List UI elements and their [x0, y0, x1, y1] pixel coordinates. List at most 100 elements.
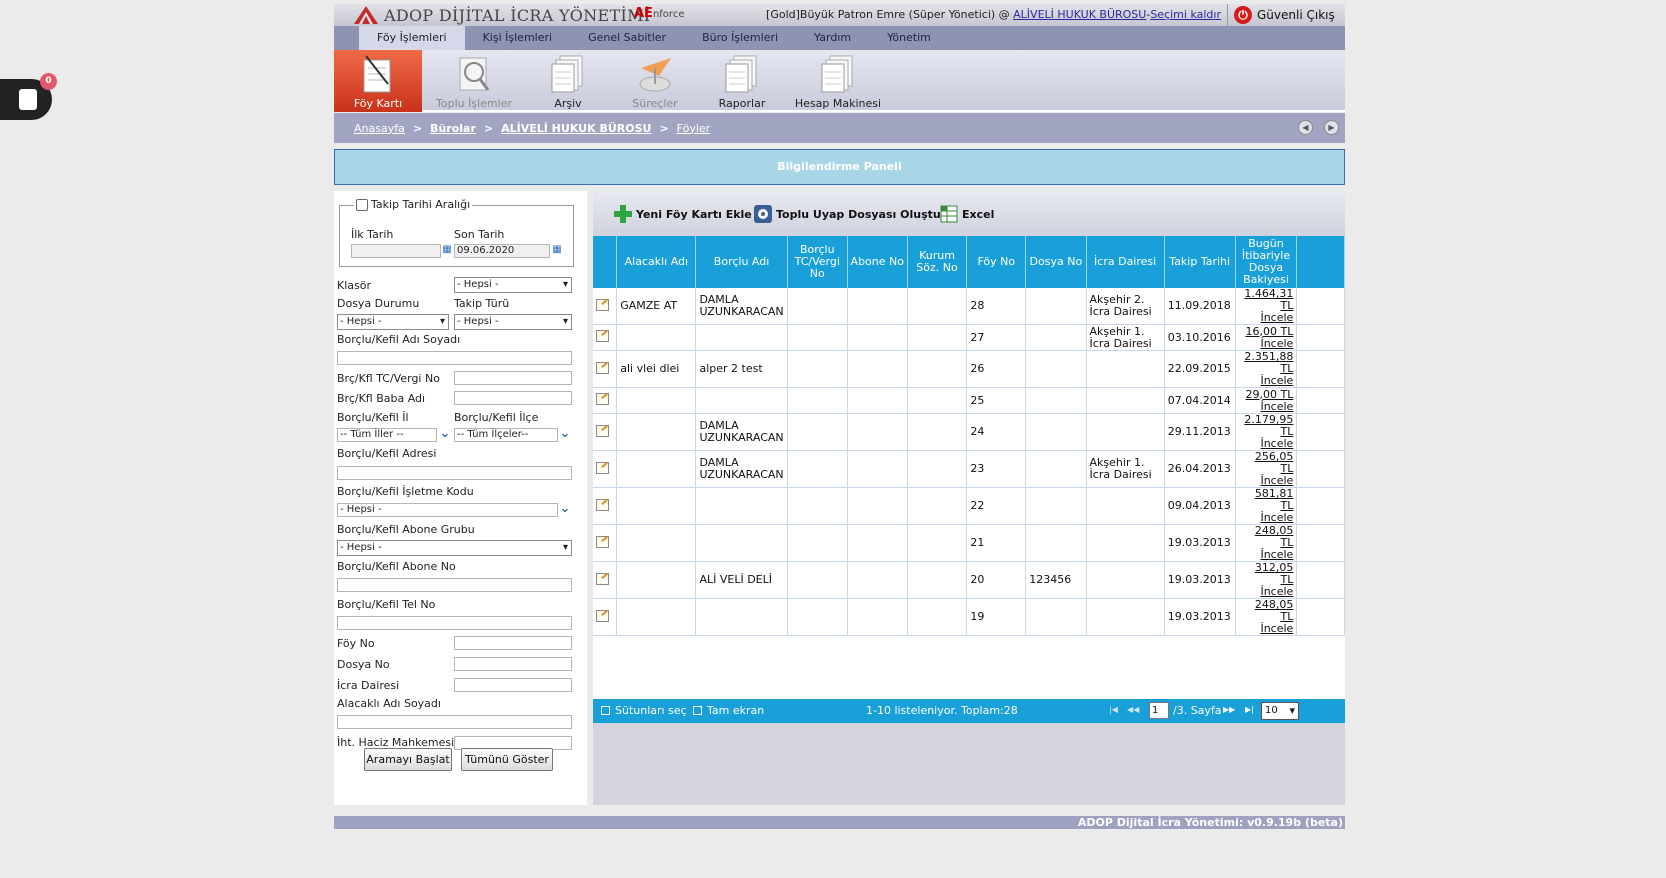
calendar-icon[interactable]: ▦: [440, 244, 454, 258]
inspect-link[interactable]: İncele: [1260, 474, 1293, 487]
table-row[interactable]: 25 07.04.2014 29,00 TL İncele: [593, 387, 1345, 414]
dropdown-arrow-icon[interactable]: ⌄: [438, 427, 452, 442]
back-arrow-icon[interactable]: ◀: [1298, 120, 1313, 135]
cart-float-button[interactable]: 0: [0, 73, 57, 120]
prev-page-icon[interactable]: ◀◀: [1127, 705, 1139, 714]
isletme-kodu-input[interactable]: - Hepsi -: [337, 503, 558, 517]
edit-icon[interactable]: [596, 498, 609, 511]
balance-link[interactable]: 581,81 TL: [1255, 488, 1294, 513]
tab-yonetim[interactable]: Yönetim: [869, 26, 949, 50]
foy-no-input[interactable]: [454, 636, 572, 650]
inspect-link[interactable]: İncele: [1260, 374, 1293, 387]
alacakli-input[interactable]: [337, 715, 572, 729]
edit-icon[interactable]: [596, 572, 609, 585]
col-header[interactable]: Takip Tarihi: [1164, 236, 1236, 288]
search-button[interactable]: Aramayı Başlat: [364, 748, 452, 771]
table-row[interactable]: ali vlei dlei alper 2 test 26 22.09.2015 2.3…: [593, 350, 1345, 388]
forward-arrow-icon[interactable]: ▶: [1324, 120, 1339, 135]
ilce-input[interactable]: -- Tüm İlçeler--: [454, 428, 558, 442]
col-header[interactable]: Borçlu TC/Vergi No: [787, 236, 848, 288]
col-header[interactable]: Borçlu Adı: [695, 236, 788, 288]
tool-surecler[interactable]: Süreçler: [611, 50, 699, 112]
balance-link[interactable]: 312,05 TL: [1255, 562, 1294, 587]
select-columns-button[interactable]: Sütunları seç: [601, 704, 687, 717]
tool-arsiv[interactable]: Arşiv: [524, 50, 612, 112]
uyap-button[interactable]: Toplu Uyap Dosyası Oluştur: [753, 203, 946, 225]
end-date-input[interactable]: 09.06.2020: [454, 244, 550, 258]
col-header[interactable]: Abone No: [847, 236, 908, 288]
edit-icon[interactable]: [596, 535, 609, 548]
edit-icon[interactable]: [596, 330, 609, 342]
dropdown-arrow-icon[interactable]: ⌄: [558, 502, 572, 517]
tab-buro-islemleri[interactable]: Büro İşlemleri: [684, 26, 796, 50]
col-header[interactable]: Föy No: [966, 236, 1027, 288]
table-row[interactable]: 19 19.03.2013 248,05 TL İncele: [593, 598, 1345, 636]
balance-link[interactable]: 248,05 TL: [1255, 525, 1294, 550]
abone-grubu-select[interactable]: - Hepsi -: [337, 540, 572, 556]
edit-icon[interactable]: [596, 298, 609, 311]
baba-adi-input[interactable]: [454, 391, 572, 405]
start-date-input[interactable]: [351, 244, 441, 258]
inspect-link[interactable]: İncele: [1260, 511, 1293, 524]
col-header[interactable]: Kurum Söz. No: [907, 236, 968, 288]
date-range-checkbox[interactable]: [356, 198, 368, 211]
page-size-select[interactable]: 10: [1261, 702, 1299, 720]
inspect-link[interactable]: İncele: [1260, 400, 1293, 413]
table-row[interactable]: ALİ VELİ DELİ 20 123456 19.03.2013 312,05 TL…: [593, 561, 1345, 599]
tab-yardim[interactable]: Yardım: [796, 26, 869, 50]
dosya-durumu-select[interactable]: - Hepsi -: [337, 314, 449, 330]
fullscreen-button[interactable]: Tam ekran: [693, 704, 764, 717]
adres-input[interactable]: [337, 466, 572, 480]
inspect-link[interactable]: İncele: [1260, 311, 1293, 324]
balance-link[interactable]: 248,05 TL: [1255, 599, 1294, 624]
breadcrumb-burolar[interactable]: Bürolar: [430, 122, 476, 135]
tool-foy-karti[interactable]: Föy Kartı: [334, 50, 422, 112]
new-foy-button[interactable]: Yeni Föy Kartı Ekle: [613, 203, 752, 225]
clear-selection-link[interactable]: Seçimi kaldır: [1150, 8, 1221, 21]
inspect-link[interactable]: İncele: [1260, 337, 1293, 350]
dropdown-arrow-icon[interactable]: ⌄: [558, 427, 572, 442]
table-row[interactable]: 22 09.04.2013 581,81 TL İncele: [593, 487, 1345, 525]
logout-button[interactable]: ⏻ Güvenli Çıkış: [1227, 4, 1345, 26]
last-page-icon[interactable]: ▶|: [1245, 705, 1254, 714]
col-header[interactable]: Bugün İtibariyle Dosya Bakiyesi: [1235, 236, 1298, 288]
calendar-icon[interactable]: ▦: [550, 244, 564, 258]
inspect-link[interactable]: İncele: [1260, 548, 1293, 561]
page-number-input[interactable]: 1: [1149, 702, 1169, 719]
inspect-link[interactable]: İncele: [1260, 437, 1293, 450]
col-header[interactable]: Dosya No: [1025, 236, 1087, 288]
tab-foy-islemleri[interactable]: Föy İşlemleri: [359, 26, 465, 50]
dosya-no-input[interactable]: [454, 657, 572, 671]
takip-turu-select[interactable]: - Hepsi -: [454, 314, 572, 330]
tool-hesap-makinesi[interactable]: Hesap Makinesi: [786, 50, 890, 112]
col-header[interactable]: Alacaklı Adı: [616, 236, 697, 288]
edit-icon[interactable]: [596, 424, 609, 437]
table-row[interactable]: 27 Akşehir 1. İcra Dairesi 03.10.2016 16,00…: [593, 324, 1345, 351]
balance-link[interactable]: 2.179,95 TL: [1244, 414, 1293, 439]
breadcrumb-anasayfa[interactable]: Anasayfa: [354, 122, 405, 135]
excel-button[interactable]: Excel: [939, 203, 994, 225]
first-page-icon[interactable]: |◀: [1109, 705, 1118, 714]
edit-icon[interactable]: [596, 609, 609, 622]
office-link[interactable]: ALİVELİ HUKUK BÜROSU: [1013, 8, 1146, 21]
tool-toplu-islemler[interactable]: Toplu İşlemler: [430, 50, 518, 112]
edit-icon[interactable]: [596, 461, 609, 474]
edit-icon[interactable]: [596, 361, 609, 374]
tc-vergi-input[interactable]: [454, 371, 572, 385]
tel-no-input[interactable]: [337, 616, 572, 630]
breadcrumb-office[interactable]: ALİVELİ HUKUK BÜROSU: [501, 122, 651, 135]
il-input[interactable]: -- Tüm İller --: [337, 428, 437, 442]
borclu-adi-input[interactable]: [337, 351, 572, 365]
balance-link[interactable]: 1.464,31 TL: [1244, 288, 1293, 312]
table-row[interactable]: GAMZE AT DAMLA UZUNKARACAN 28 Akşehir 2. İc…: [593, 288, 1345, 325]
breadcrumb-foyler[interactable]: Föyler: [677, 122, 711, 135]
tool-raporlar[interactable]: Raporlar: [698, 50, 786, 112]
edit-icon[interactable]: [596, 393, 609, 405]
tab-kisi-islemleri[interactable]: Kişi İşlemleri: [465, 26, 570, 50]
next-page-icon[interactable]: ▶▶: [1223, 705, 1235, 714]
inspect-link[interactable]: İncele: [1260, 585, 1293, 598]
balance-link[interactable]: 256,05 TL: [1255, 451, 1294, 476]
table-row[interactable]: 21 19.03.2013 248,05 TL İncele: [593, 524, 1345, 562]
inspect-link[interactable]: İncele: [1260, 622, 1293, 635]
table-row[interactable]: DAMLA UZUNKARACAN 23 Akşehir 1. İcra Daire…: [593, 450, 1345, 488]
